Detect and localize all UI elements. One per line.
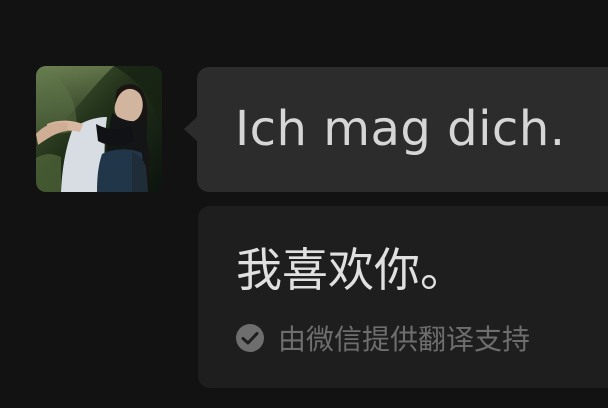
avatar-photo bbox=[36, 66, 162, 192]
attribution-label: 由微信提供翻译支持 bbox=[278, 323, 531, 356]
translation-text: 我喜欢你。 bbox=[236, 243, 466, 297]
translation-card[interactable]: 我喜欢你。 由微信提供翻译支持 bbox=[198, 206, 608, 388]
chat-screen: Ich mag dich. 我喜欢你。 由微信提供翻译支持 bbox=[0, 0, 608, 408]
message-bubble-tail bbox=[184, 116, 198, 142]
check-circle-icon bbox=[234, 322, 266, 354]
message-text: Ich mag dich. bbox=[235, 101, 566, 157]
translation-attribution: 由微信提供翻译支持 bbox=[234, 320, 530, 356]
message-bubble[interactable]: Ich mag dich. bbox=[197, 67, 608, 192]
avatar[interactable] bbox=[36, 66, 162, 192]
